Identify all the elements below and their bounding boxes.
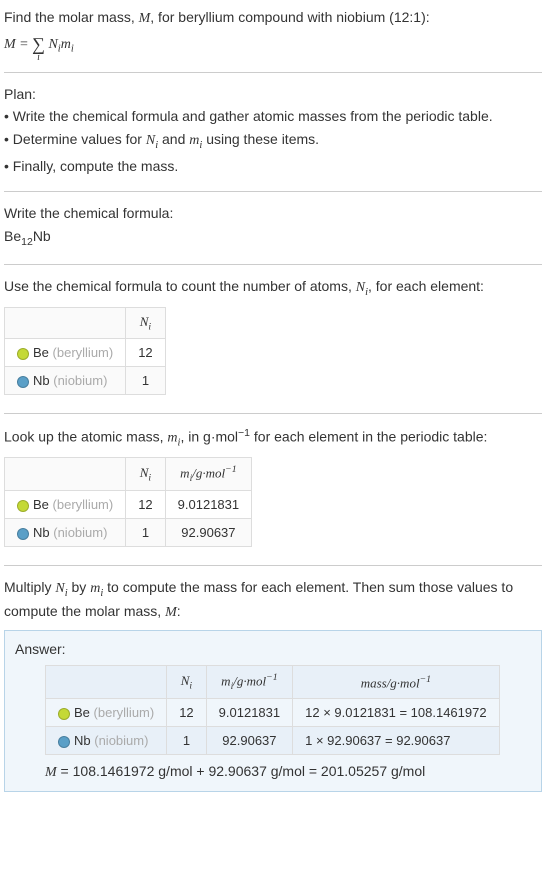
ni-value: 1 bbox=[167, 727, 206, 755]
element-cell: Nb (niobium) bbox=[46, 727, 167, 755]
plan-bullet3: • Finally, compute the mass. bbox=[4, 157, 542, 177]
formula-title: Write the chemical formula: bbox=[4, 204, 542, 224]
empty-header bbox=[5, 458, 126, 491]
ni-value: 1 bbox=[126, 519, 165, 547]
element-dot bbox=[17, 376, 29, 388]
answer-box: Answer: Ni mi/g·mol−1 mass/g·mol−1 Be (b… bbox=[4, 630, 542, 792]
chemical-formula: Be12Nb bbox=[4, 227, 542, 249]
ni-header: Ni bbox=[126, 307, 165, 339]
mi-header: mi/g·mol−1 bbox=[165, 458, 251, 491]
formula-lhs: M = bbox=[4, 36, 32, 51]
plan-bullet1: • Write the chemical formula and gather … bbox=[4, 107, 542, 127]
plan-bullet2: • Determine values for Ni and mi using t… bbox=[4, 130, 542, 153]
table-row: Be (beryllium) 12 9.0121831 12 × 9.01218… bbox=[46, 699, 500, 727]
table-row: Nb (niobium) 1 bbox=[5, 367, 166, 395]
table-header: Ni mi/g·mol−1 mass/g·mol−1 bbox=[46, 666, 500, 699]
ni-value: 12 bbox=[126, 339, 165, 367]
mass-table: Ni mi/g·mol−1 Be (beryllium) 12 9.012183… bbox=[4, 457, 252, 547]
element-cell: Nb (niobium) bbox=[5, 519, 126, 547]
sum-symbol: ∑i bbox=[32, 32, 45, 57]
ni-value: 12 bbox=[126, 491, 165, 519]
table-row: Be (beryllium) 12 9.0121831 bbox=[5, 491, 252, 519]
intro-line1: Find the molar mass, M, for beryllium co… bbox=[4, 9, 430, 25]
divider bbox=[4, 191, 542, 192]
element-cell: Be (beryllium) bbox=[46, 699, 167, 727]
empty-header bbox=[5, 307, 126, 339]
table-row: Be (beryllium) 12 bbox=[5, 339, 166, 367]
element-cell: Be (beryllium) bbox=[5, 339, 126, 367]
divider bbox=[4, 413, 542, 414]
count-title: Use the chemical formula to count the nu… bbox=[4, 277, 542, 300]
plan-title: Plan: bbox=[4, 85, 542, 105]
answer-table: Ni mi/g·mol−1 mass/g·mol−1 Be (beryllium… bbox=[45, 665, 500, 755]
mass-header: mass/g·mol−1 bbox=[293, 666, 499, 699]
count-section: Use the chemical formula to count the nu… bbox=[4, 273, 542, 405]
multiply-text: Multiply Ni by mi to compute the mass fo… bbox=[4, 578, 542, 622]
mi-value: 9.0121831 bbox=[206, 699, 292, 727]
divider bbox=[4, 72, 542, 73]
table-header: Ni mi/g·mol−1 bbox=[5, 458, 252, 491]
element-dot bbox=[17, 348, 29, 360]
element-cell: Be (beryllium) bbox=[5, 491, 126, 519]
empty-header bbox=[46, 666, 167, 699]
divider bbox=[4, 565, 542, 566]
count-table: Ni Be (beryllium) 12 Nb (niobium) 1 bbox=[4, 307, 166, 396]
element-dot bbox=[58, 708, 70, 720]
final-result: M = 108.1461972 g/mol + 92.90637 g/mol =… bbox=[45, 763, 531, 781]
ni-value: 12 bbox=[167, 699, 206, 727]
mi-value: 92.90637 bbox=[206, 727, 292, 755]
mi-value: 9.0121831 bbox=[165, 491, 251, 519]
table-row: Nb (niobium) 1 92.90637 bbox=[5, 519, 252, 547]
element-cell: Nb (niobium) bbox=[5, 367, 126, 395]
table-row: Nb (niobium) 1 92.90637 1 × 92.90637 = 9… bbox=[46, 727, 500, 755]
mass-section: Look up the atomic mass, mi, in g·mol−1 … bbox=[4, 422, 542, 557]
answer-title: Answer: bbox=[15, 641, 531, 657]
intro-formula: M = ∑i Nimi bbox=[4, 32, 542, 57]
element-dot bbox=[58, 736, 70, 748]
mi-header: mi/g·mol−1 bbox=[206, 666, 292, 699]
multiply-section: Multiply Ni by mi to compute the mass fo… bbox=[4, 574, 542, 796]
ni-value: 1 bbox=[126, 367, 165, 395]
table-header: Ni bbox=[5, 307, 166, 339]
element-dot bbox=[17, 500, 29, 512]
plan-section: Plan: • Write the chemical formula and g… bbox=[4, 81, 542, 183]
mass-calc: 1 × 92.90637 = 92.90637 bbox=[293, 727, 499, 755]
formula-section: Write the chemical formula: Be12Nb bbox=[4, 200, 542, 256]
mi-value: 92.90637 bbox=[165, 519, 251, 547]
mass-title: Look up the atomic mass, mi, in g·mol−1 … bbox=[4, 426, 542, 451]
divider bbox=[4, 264, 542, 265]
element-dot bbox=[17, 528, 29, 540]
ni-header: Ni bbox=[167, 666, 206, 699]
intro-text: Find the molar mass, M, for beryllium co… bbox=[4, 8, 542, 29]
ni-header: Ni bbox=[126, 458, 165, 491]
formula-m: m bbox=[61, 36, 71, 51]
mass-calc: 12 × 9.0121831 = 108.1461972 bbox=[293, 699, 499, 727]
formula-mi: i bbox=[71, 43, 74, 54]
intro-section: Find the molar mass, M, for beryllium co… bbox=[4, 4, 542, 64]
formula-n: N bbox=[45, 36, 58, 51]
